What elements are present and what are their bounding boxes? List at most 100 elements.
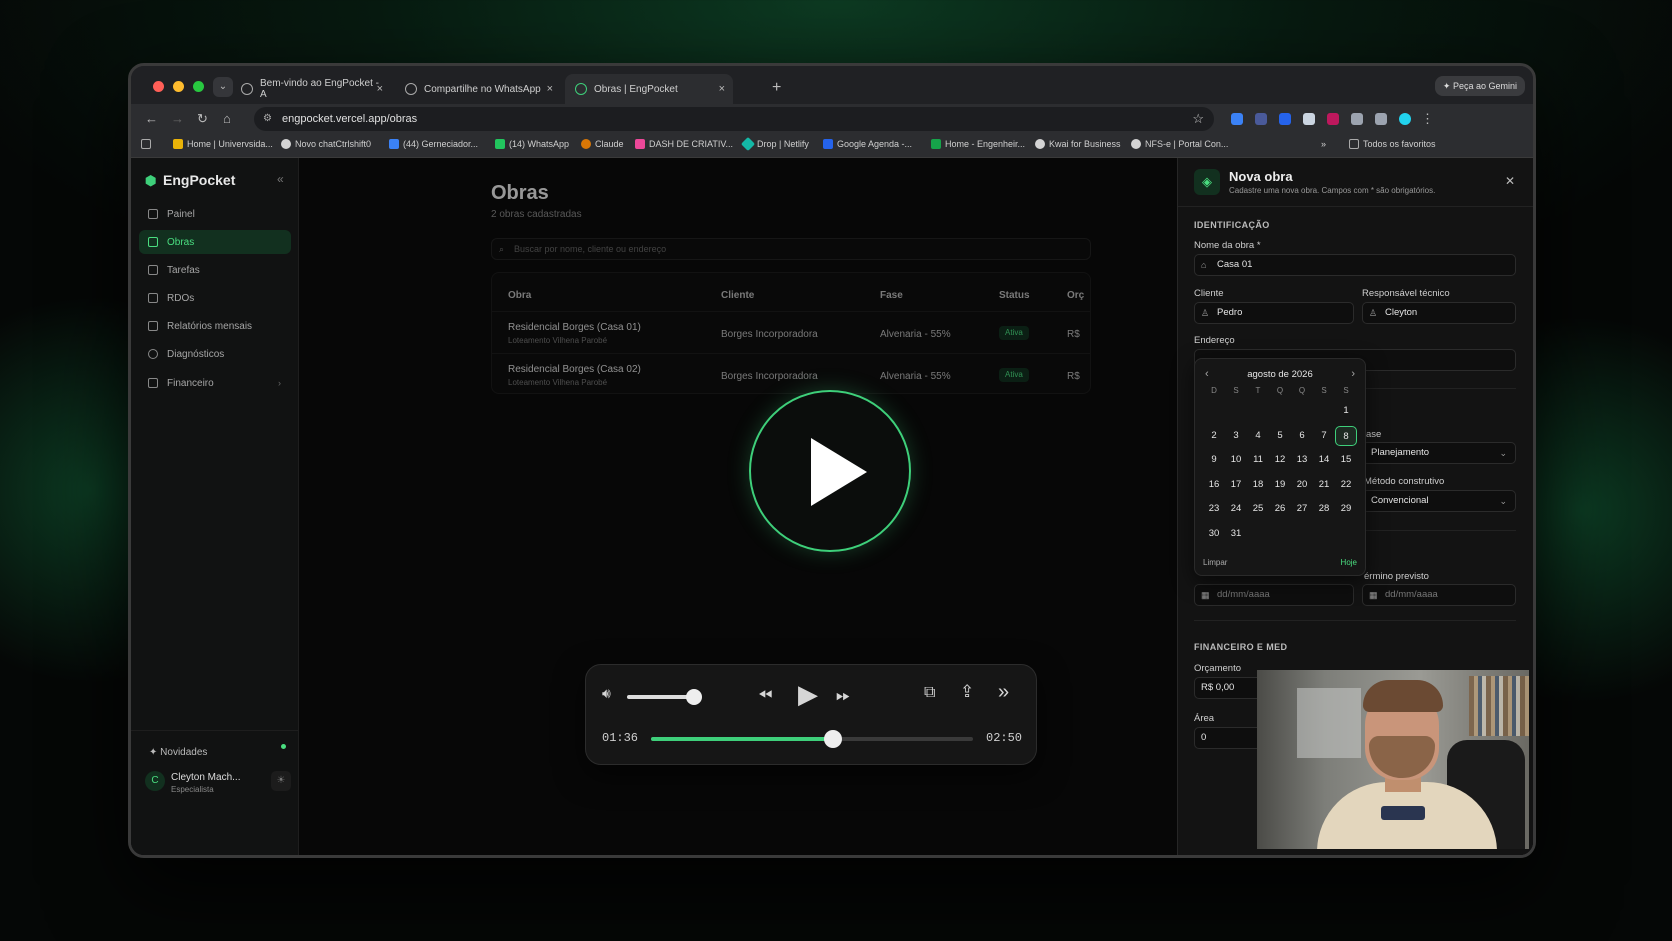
forward-icon[interactable]: → bbox=[171, 111, 184, 126]
tab-obras[interactable]: Obras | EngPocket × bbox=[565, 74, 733, 104]
calendar-day[interactable]: 18 bbox=[1247, 475, 1269, 495]
volume-icon[interactable]: 🔊︎ bbox=[602, 685, 611, 702]
calendar-day[interactable]: 12 bbox=[1269, 450, 1291, 470]
calendar-day[interactable]: 29 bbox=[1335, 499, 1357, 519]
close-icon[interactable]: ✕ bbox=[1505, 174, 1515, 188]
volume-knob[interactable] bbox=[685, 689, 702, 705]
collapse-sidebar-icon[interactable]: « bbox=[277, 172, 284, 186]
calendar-day[interactable]: 21 bbox=[1313, 475, 1335, 495]
progress-knob[interactable] bbox=[823, 730, 842, 748]
rewind-icon[interactable]: ⏪︎ bbox=[758, 685, 772, 706]
sidebar-item-relatorios[interactable]: Relatórios mensais bbox=[139, 314, 291, 338]
extensions-puzzle-icon[interactable] bbox=[1351, 113, 1363, 125]
progress-bar[interactable] bbox=[651, 730, 973, 748]
tab-search-icon[interactable]: ⌄ bbox=[213, 77, 233, 97]
back-icon[interactable]: ← bbox=[145, 111, 158, 126]
profile-icon[interactable] bbox=[1399, 113, 1411, 125]
calendar-day[interactable]: 26 bbox=[1269, 499, 1291, 519]
sidebar-item-painel[interactable]: Painel bbox=[139, 202, 291, 226]
big-play-button[interactable] bbox=[749, 390, 911, 552]
menu-kebab-icon[interactable]: ⋮ bbox=[1421, 111, 1434, 127]
calendar-day[interactable]: 4 bbox=[1247, 426, 1269, 446]
extension-icon[interactable] bbox=[1279, 113, 1291, 125]
responsavel-input[interactable]: ♙ Cleyton bbox=[1362, 302, 1516, 324]
extension-icon[interactable] bbox=[1327, 113, 1339, 125]
sidebar-item-obras[interactable]: Obras bbox=[139, 230, 291, 254]
apps-grid-icon[interactable] bbox=[141, 139, 155, 149]
calendar-day[interactable]: 31 bbox=[1225, 524, 1247, 544]
theme-toggle-icon[interactable]: ☀ bbox=[271, 771, 291, 791]
fase-select[interactable]: Planejamento ⌄ bbox=[1362, 442, 1516, 464]
close-tab-icon[interactable]: × bbox=[719, 83, 725, 95]
extension-icon[interactable] bbox=[1255, 113, 1267, 125]
calendar-day[interactable]: 6 bbox=[1291, 426, 1313, 446]
maximize-window-button[interactable] bbox=[193, 81, 204, 92]
chevron-right-icon[interactable]: › bbox=[1351, 368, 1355, 380]
news-button[interactable]: ✦ Novidades bbox=[149, 747, 207, 758]
calendar-day[interactable]: 7 bbox=[1313, 426, 1335, 446]
calendar-day[interactable]: 10 bbox=[1225, 450, 1247, 470]
tab-bem-vindo[interactable]: Bem-vindo ao EngPocket - A × bbox=[231, 74, 391, 104]
bookmark-star-icon[interactable]: ☆ bbox=[1192, 107, 1204, 131]
bookmark-item[interactable]: (44) Gerneciador... bbox=[389, 139, 478, 149]
sidebar-item-tarefas[interactable]: Tarefas bbox=[139, 258, 291, 282]
calendar-day[interactable]: 8 bbox=[1335, 425, 1357, 446]
calendar-day[interactable]: 19 bbox=[1269, 475, 1291, 495]
cliente-input[interactable]: ♙ Pedro bbox=[1194, 302, 1354, 324]
calendar-day[interactable]: 30 bbox=[1203, 524, 1225, 544]
calendar-day[interactable]: 5 bbox=[1269, 426, 1291, 446]
bookmark-item[interactable]: NFS-e | Portal Con... bbox=[1131, 139, 1228, 149]
calendar-day[interactable]: 23 bbox=[1203, 499, 1225, 519]
calendar-day[interactable]: 20 bbox=[1291, 475, 1313, 495]
bookmark-item[interactable]: (14) WhatsApp bbox=[495, 139, 569, 149]
bookmark-item[interactable]: Novo chatCtrlshift0 bbox=[281, 139, 371, 149]
brand-logo[interactable]: ⬢ EngPocket bbox=[145, 172, 235, 188]
inicio-date-input[interactable]: ▦ dd/mm/aaaa bbox=[1194, 584, 1354, 606]
gemini-button[interactable]: ✦ Peça ao Gemini bbox=[1434, 76, 1525, 96]
new-tab-icon[interactable]: + bbox=[772, 79, 781, 97]
reading-list-icon[interactable] bbox=[1375, 113, 1387, 125]
picture-in-picture-icon[interactable]: ⧉ bbox=[924, 684, 935, 702]
calendar-day[interactable]: 11 bbox=[1247, 450, 1269, 470]
bookmark-item[interactable]: DASH DE CRIATIV... bbox=[635, 139, 733, 149]
calendar-day[interactable]: 25 bbox=[1247, 499, 1269, 519]
avatar[interactable]: C bbox=[145, 771, 165, 791]
calendar-day[interactable]: 14 bbox=[1313, 450, 1335, 470]
close-tab-icon[interactable]: × bbox=[547, 83, 553, 95]
calendar-day[interactable]: 2 bbox=[1203, 426, 1225, 446]
reload-icon[interactable]: ↻ bbox=[197, 111, 208, 127]
bookmark-item[interactable]: Drop | Netlify bbox=[740, 136, 809, 152]
extension-icon[interactable] bbox=[1231, 113, 1243, 125]
calendar-day[interactable]: 27 bbox=[1291, 499, 1313, 519]
home-icon[interactable]: ⌂ bbox=[223, 111, 231, 126]
close-window-button[interactable] bbox=[153, 81, 164, 92]
more-controls-icon[interactable]: » bbox=[998, 681, 1009, 704]
site-info-icon[interactable]: ⚙ bbox=[263, 107, 272, 131]
calendar-day[interactable]: 16 bbox=[1203, 475, 1225, 495]
calendar-day[interactable]: 17 bbox=[1225, 475, 1247, 495]
close-tab-icon[interactable]: × bbox=[377, 83, 383, 95]
play-icon[interactable]: ▶ bbox=[798, 679, 818, 710]
calendar-day[interactable]: 24 bbox=[1225, 499, 1247, 519]
tab-whatsapp[interactable]: Compartilhe no WhatsApp × bbox=[395, 74, 561, 104]
calendar-day[interactable]: 1 bbox=[1335, 401, 1357, 421]
bookmark-item[interactable]: Home - Engenheir... bbox=[931, 139, 1025, 149]
nome-obra-input[interactable]: ⌂ Casa 01 bbox=[1194, 254, 1516, 276]
termino-date-input[interactable]: ▦ dd/mm/aaaa bbox=[1362, 584, 1516, 606]
sidebar-item-diagnosticos[interactable]: Diagnósticos bbox=[139, 342, 291, 366]
calendar-day[interactable]: 15 bbox=[1335, 450, 1357, 470]
calendar-day[interactable]: 9 bbox=[1203, 450, 1225, 470]
calendar-day[interactable]: 3 bbox=[1225, 426, 1247, 446]
calendar-day[interactable]: 22 bbox=[1335, 475, 1357, 495]
minimize-window-button[interactable] bbox=[173, 81, 184, 92]
fast-forward-icon[interactable]: ⏩︎ bbox=[836, 685, 850, 706]
bookmark-item[interactable]: Google Agenda -... bbox=[823, 139, 912, 149]
all-bookmarks-folder[interactable]: Todos os favoritos bbox=[1349, 139, 1436, 149]
clear-date-button[interactable]: Limpar bbox=[1203, 558, 1227, 567]
url-field[interactable]: ⚙ engpocket.vercel.app/obras ☆ bbox=[254, 107, 1214, 131]
more-bookmarks-icon[interactable]: » bbox=[1321, 139, 1326, 149]
bookmark-item[interactable]: Claude bbox=[581, 139, 624, 149]
sidebar-item-financeiro[interactable]: Financeiro › bbox=[139, 371, 291, 395]
share-icon[interactable]: ⇪ bbox=[960, 682, 974, 702]
extension-icon[interactable] bbox=[1303, 113, 1315, 125]
